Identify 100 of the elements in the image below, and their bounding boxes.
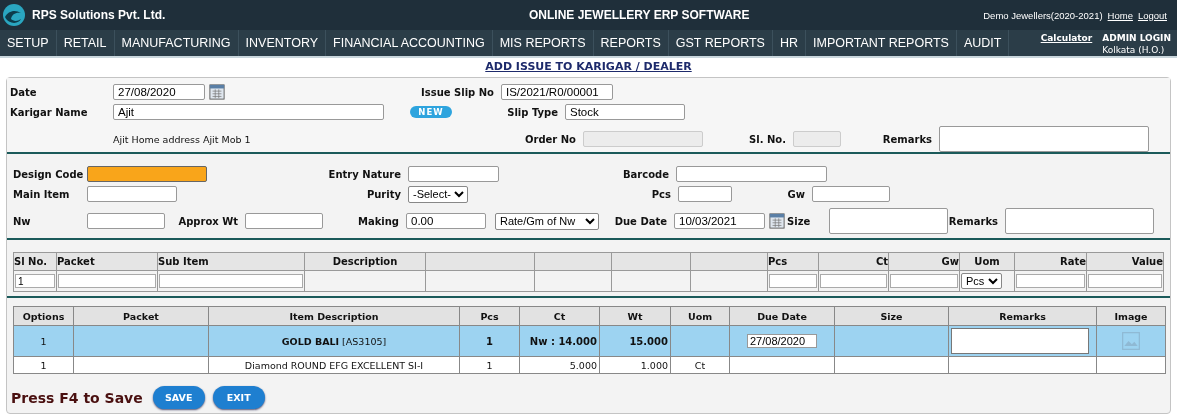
table-cell: 1 — [40, 359, 47, 371]
approx-weight-field[interactable] — [245, 213, 323, 229]
menu-item[interactable]: REPORTS — [593, 30, 669, 56]
table-input[interactable] — [769, 274, 817, 288]
image-icon — [1121, 331, 1141, 351]
column-header: Ct — [553, 310, 566, 322]
date-field[interactable]: 27/08/2020 — [113, 84, 205, 100]
column-header: Pcs — [768, 256, 788, 267]
barcode-field[interactable] — [676, 166, 827, 182]
table-input[interactable]: 1 — [15, 274, 55, 288]
save-hint: Press F4 to Save — [11, 389, 143, 406]
due-date-field[interactable]: 27/08/2020 — [747, 334, 817, 348]
header-link[interactable]: Logout — [1137, 9, 1167, 21]
karigar-name-field[interactable]: Ajit — [113, 104, 384, 120]
column-header: Size — [880, 310, 903, 322]
field-label: Sl. No. — [748, 133, 787, 145]
net-weight-field[interactable] — [87, 213, 165, 229]
field-label: Due Date — [613, 215, 668, 227]
menu-item[interactable]: AUDIT — [956, 30, 1010, 56]
menu-item[interactable]: MIS REPORTS — [492, 30, 594, 56]
table-cell: 1 — [486, 359, 493, 371]
field-label: Remarks — [948, 215, 999, 227]
remarks-field[interactable] — [1005, 208, 1154, 234]
field-label: Slip Type — [506, 106, 559, 118]
column-header: Rate — [1060, 256, 1086, 267]
table-cell: Diamond ROUND EFG EXCELLENT SI-I — [244, 359, 424, 371]
field-label: Gw — [786, 188, 806, 200]
menu-item[interactable]: GST REPORTS — [668, 30, 773, 56]
table-row[interactable]: 1 Diamond ROUND EFG EXCELLENT SI-I 1 5.000 1.000 Ct — [13, 356, 1166, 374]
main-item-field[interactable] — [87, 186, 177, 202]
column-header: Wt — [627, 310, 643, 322]
field-label: Pcs — [650, 188, 672, 200]
field-label: Entry Nature — [327, 168, 402, 180]
field-label: Karigar Name — [10, 106, 89, 118]
size-field[interactable] — [829, 208, 948, 234]
field-label: Main Item — [13, 188, 71, 200]
header-link[interactable]: Home — [1107, 9, 1133, 21]
column-header: Sub Item — [158, 256, 209, 267]
pcs-field[interactable] — [678, 186, 732, 202]
table-input[interactable] — [159, 274, 303, 288]
column-header: Item Description — [289, 310, 379, 322]
field-label: Size — [787, 215, 812, 227]
table-cell: Ct — [694, 359, 706, 371]
remarks-field[interactable] — [951, 328, 1089, 354]
field-label: Barcode — [621, 168, 670, 180]
table-cell: 5.000 — [569, 359, 597, 371]
logo-icon — [2, 3, 26, 27]
address-text: Ajit Home address Ajit Mob 1 — [113, 133, 252, 145]
purity-select[interactable]: -Select- — [408, 185, 468, 203]
company-name: RPS Solutions Pvt. Ltd. — [32, 8, 167, 22]
column-header: Description — [332, 256, 398, 267]
column-header: Packet — [57, 256, 95, 267]
field-label: Date — [10, 86, 38, 98]
account-name: Demo Jewellers(2020-2021) — [983, 9, 1103, 21]
menu-item[interactable]: HR — [772, 30, 806, 56]
column-header: Uom — [974, 256, 1000, 267]
menu-item[interactable]: SETUP — [0, 30, 57, 56]
table-cell: 15.000 — [629, 335, 668, 347]
table-cell: 1 — [486, 335, 493, 347]
branch-label: Kolkata (H.O.) — [1102, 45, 1166, 55]
field-label: Purity — [365, 188, 402, 200]
menu-item[interactable]: IMPORTANT REPORTS — [806, 30, 957, 56]
table-input[interactable] — [820, 274, 887, 288]
table-row[interactable]: 1 GOLD BALI [AS3105] 1 Nw : 14.000 15.000 27/08/2020 — [13, 325, 1166, 357]
footer-button[interactable]: SAVE — [152, 386, 205, 409]
calendar-icon[interactable] — [209, 84, 225, 100]
column-header: Options — [22, 310, 65, 322]
table-input[interactable] — [890, 274, 958, 288]
due-date-field[interactable]: 10/03/2021 — [674, 213, 765, 229]
calculator-link[interactable]: Calculator — [1040, 30, 1093, 56]
table-cell: 1.000 — [640, 359, 668, 371]
calendar-icon[interactable] — [769, 213, 785, 229]
uom-select[interactable]: Pcs — [961, 273, 1002, 289]
slip-type-field[interactable]: Stock — [565, 104, 685, 120]
column-header: Ct — [875, 256, 888, 267]
table-input[interactable] — [1088, 274, 1162, 288]
column-header: Packet — [123, 310, 159, 322]
field-label: Remarks — [881, 133, 933, 145]
making-field[interactable]: 0.00 — [406, 213, 486, 229]
making-basis-select[interactable]: Rate/Gm of Nw — [495, 212, 599, 230]
entry-nature-field[interactable] — [408, 166, 499, 182]
column-header: Due Date — [757, 310, 807, 322]
design-code-field[interactable] — [87, 166, 207, 182]
gross-weight-field[interactable] — [812, 186, 890, 202]
slip-number-field[interactable]: IS/2021/R0/00001 — [501, 84, 613, 100]
column-header: Image — [1114, 310, 1148, 322]
menu-item[interactable]: INVENTORY — [238, 30, 327, 56]
menu-item[interactable]: MANUFACTURING — [114, 30, 239, 56]
menu-item[interactable]: RETAIL — [56, 30, 115, 56]
table-input[interactable] — [58, 274, 156, 288]
menu-item[interactable]: FINANCIAL ACCOUNTING — [326, 30, 493, 56]
remarks-field[interactable] — [939, 126, 1149, 152]
table-input[interactable] — [1016, 274, 1085, 288]
login-label: ADMIN LOGIN — [1102, 33, 1171, 43]
page-title: ADD ISSUE TO KARIGAR / DEALER — [485, 60, 692, 73]
column-header: Sl No. — [14, 256, 48, 267]
table-cell: 1 — [40, 335, 47, 347]
column-header: Uom — [687, 310, 713, 322]
footer-button[interactable]: EXIT — [212, 386, 265, 409]
column-header: Remarks — [999, 310, 1046, 322]
